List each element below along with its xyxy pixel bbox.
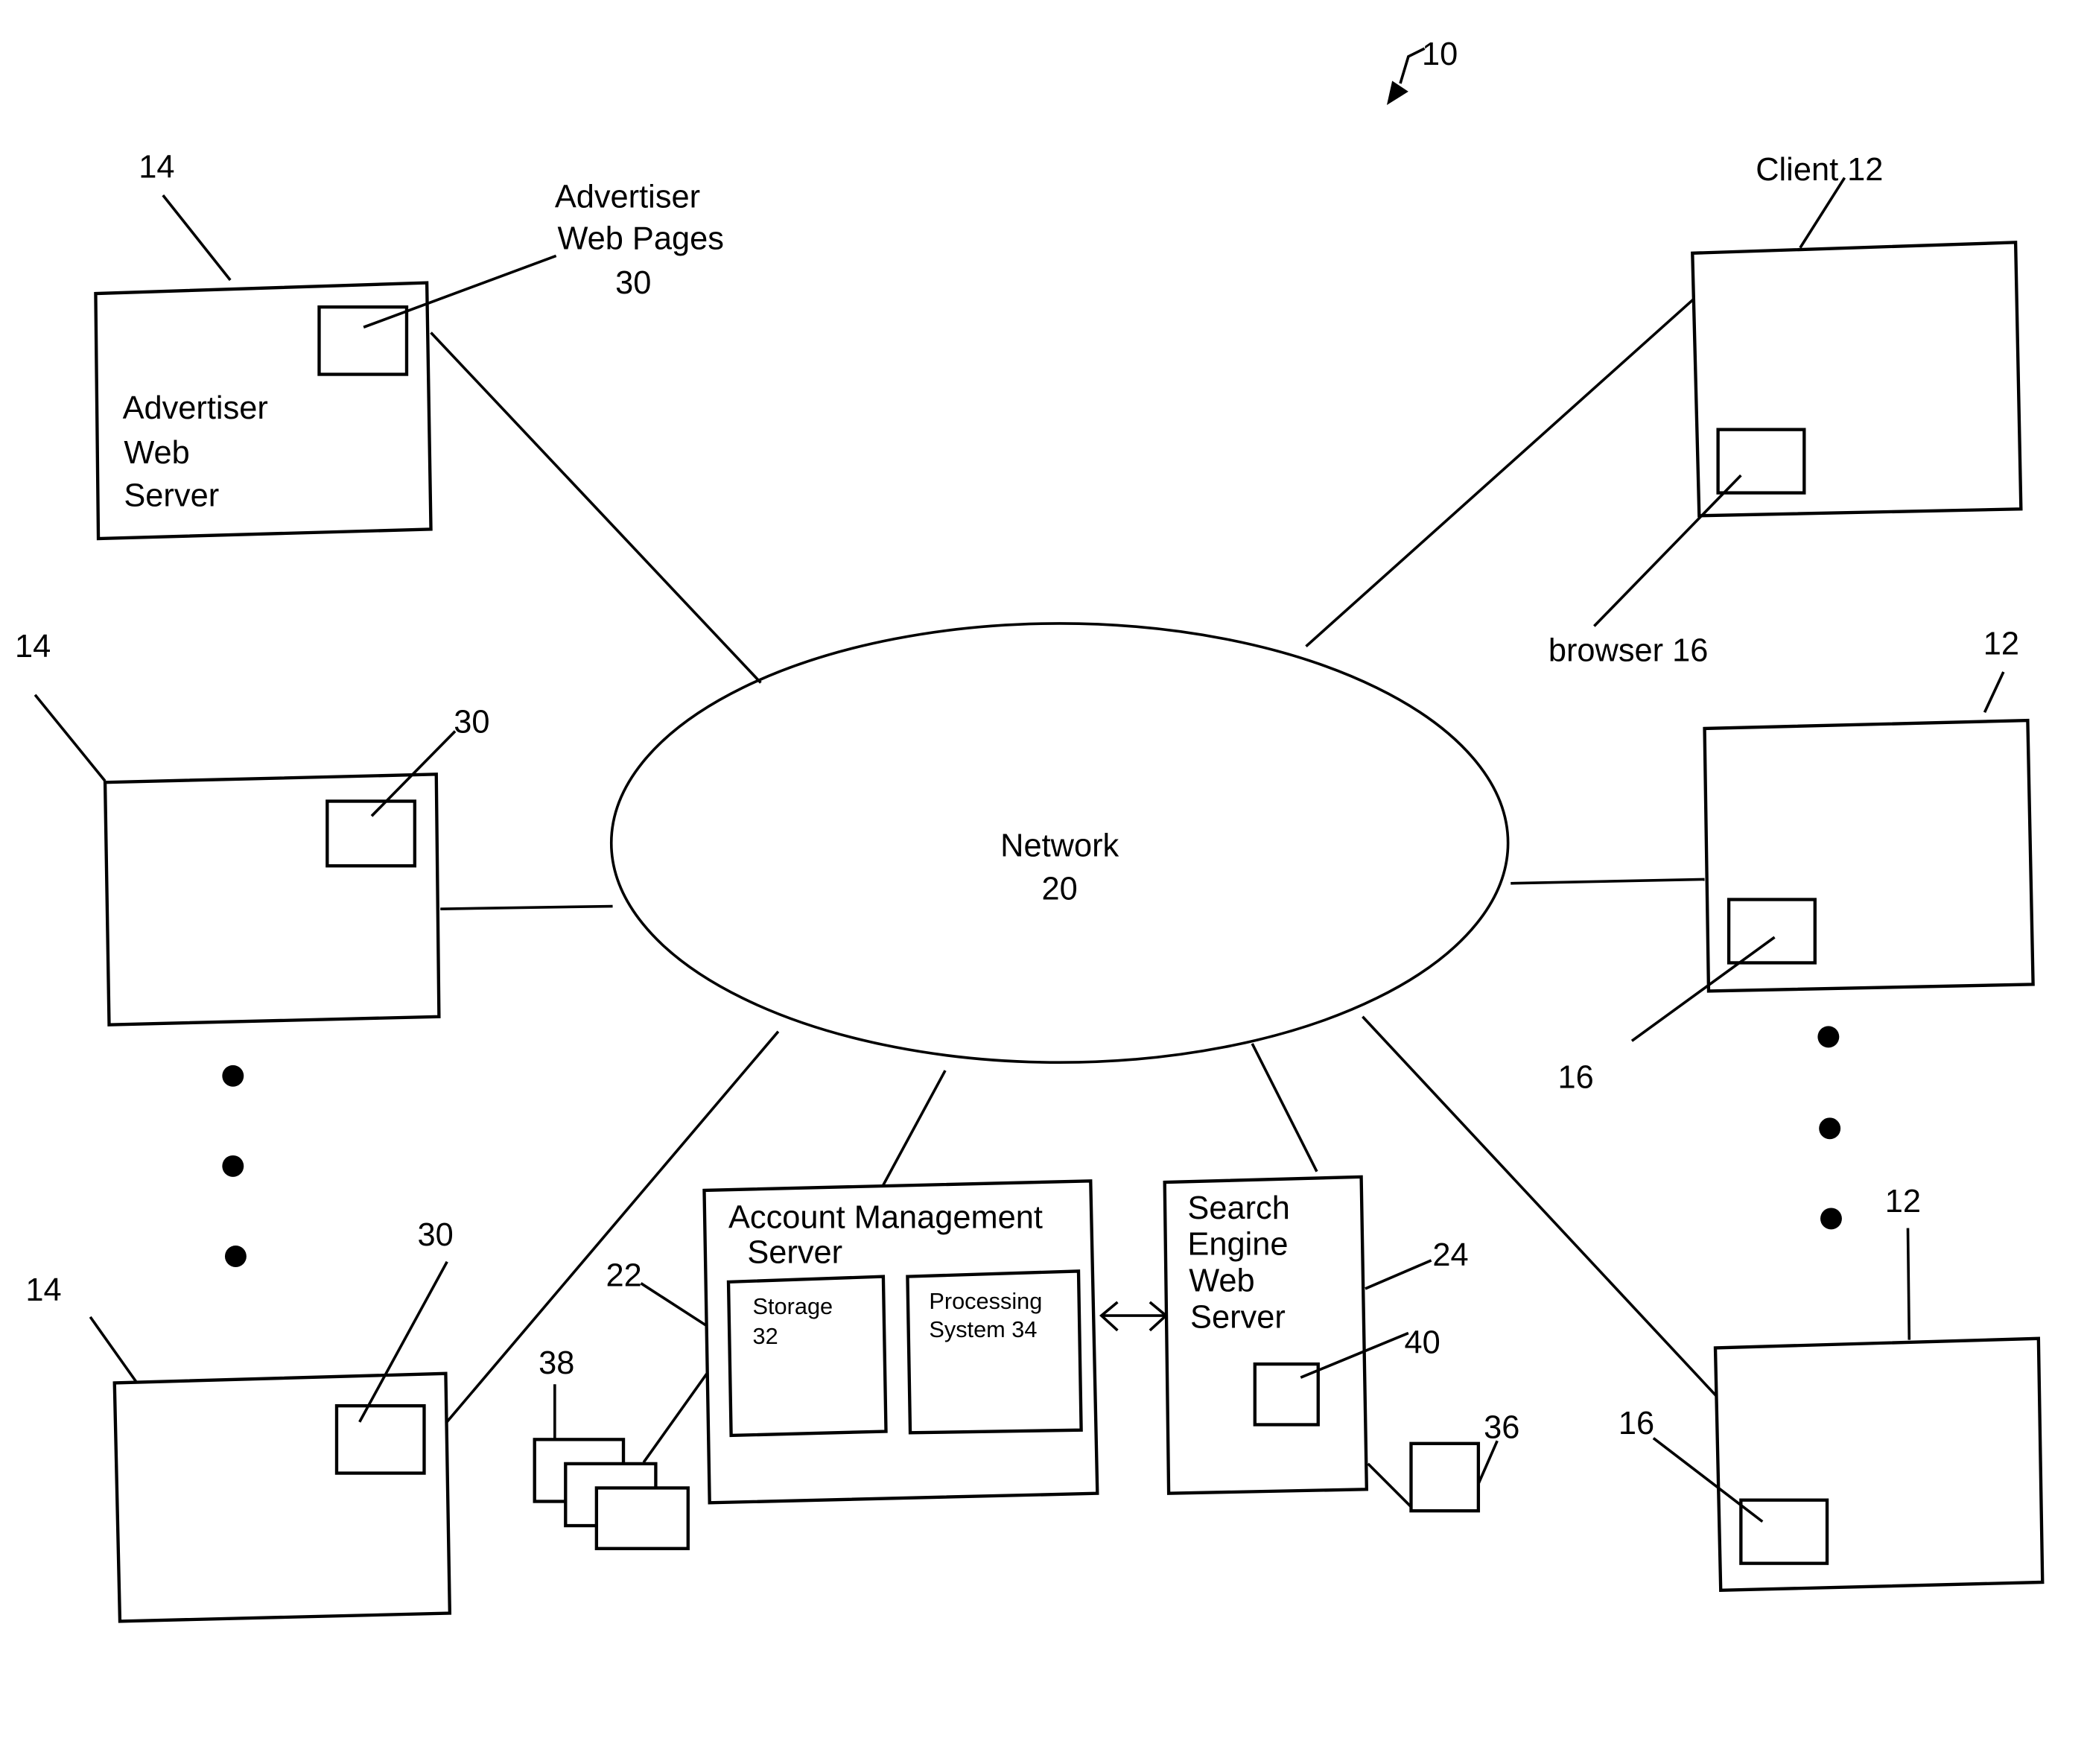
client-3: 12 16 xyxy=(1619,1184,2045,1593)
processing-label-1: Processing xyxy=(929,1288,1042,1314)
browser-ref: 16 xyxy=(1558,1060,1594,1096)
db-36-box xyxy=(1409,1441,1481,1513)
server-ref: 22 xyxy=(606,1257,642,1293)
client-2: 12 16 xyxy=(1558,626,2035,1096)
browser-label: browser 16 xyxy=(1548,633,1709,669)
ellipsis-dot xyxy=(224,1246,247,1267)
stack-connection xyxy=(642,1372,708,1464)
web-pages-ref: 30 xyxy=(454,704,489,740)
server-label-3: Server xyxy=(124,478,219,514)
ref-leader xyxy=(162,194,232,282)
browser-ref: 16 xyxy=(1619,1406,1654,1441)
web-pages-ref: 30 xyxy=(417,1217,453,1253)
ellipsis-dot xyxy=(1820,1208,1842,1230)
connection-line xyxy=(882,1070,947,1186)
client-1: Client 12 browser 16 xyxy=(1548,152,2023,669)
server-label-1: Advertiser xyxy=(123,390,268,426)
db-connection xyxy=(1367,1462,1414,1509)
storage-ref: 32 xyxy=(753,1323,778,1349)
network-label: Network xyxy=(1000,828,1119,864)
server-ref: 14 xyxy=(139,150,174,185)
web-pages-box xyxy=(325,799,417,868)
connection-line xyxy=(430,331,762,684)
web-pages-label-1: Advertiser xyxy=(555,179,700,215)
server-label-2: Engine xyxy=(1187,1227,1288,1263)
ellipsis-dot xyxy=(1819,1117,1841,1140)
server-ref: 14 xyxy=(25,1272,61,1308)
advertiser-web-server-2: 14 30 xyxy=(15,629,490,1027)
ref-leader xyxy=(1906,1228,1911,1340)
network-ref: 20 xyxy=(1042,871,1078,907)
stack-card xyxy=(594,1486,690,1550)
more-servers-ellipsis xyxy=(222,1065,247,1267)
browser-box xyxy=(1739,1498,1829,1565)
server-label-2: Server xyxy=(747,1235,842,1271)
client-ref: 12 xyxy=(1885,1184,1921,1219)
ellipsis-dot xyxy=(222,1155,244,1177)
server-ref: 14 xyxy=(15,629,51,664)
processing-label-2: System 34 xyxy=(929,1316,1037,1342)
server-label-1: Search xyxy=(1187,1190,1289,1226)
web-pages-ref: 30 xyxy=(615,265,651,301)
ref-leader xyxy=(1365,1259,1432,1290)
ref-leader xyxy=(1983,671,2005,714)
figure-ref-leader xyxy=(1399,47,1426,84)
arrow-head-icon xyxy=(1386,80,1408,105)
component-ref: 40 xyxy=(1404,1325,1440,1361)
connection-line xyxy=(1305,297,1695,648)
browser-box xyxy=(1716,428,1806,495)
browser-box xyxy=(1727,898,1817,965)
db-ref: 36 xyxy=(1484,1410,1519,1446)
account-management-server: Account Management Server Storage 32 Pro… xyxy=(533,1179,1099,1550)
storage-label: Storage xyxy=(753,1293,833,1319)
client-ref: 12 xyxy=(1983,626,2019,662)
connection-line xyxy=(440,904,613,910)
server-label-3: Web xyxy=(1189,1263,1254,1299)
ellipsis-dot xyxy=(1817,1026,1840,1048)
db-leader xyxy=(1477,1440,1499,1485)
search-engine-web-server: Search Engine Web Server 24 40 36 xyxy=(1163,1175,1519,1513)
server-label-1: Account Management xyxy=(728,1200,1043,1236)
connection-line xyxy=(1251,1043,1318,1173)
server-label-2: Web xyxy=(124,435,189,471)
ellipsis-dot xyxy=(222,1065,244,1087)
web-pages-label-2: Web Pages xyxy=(557,220,723,256)
ref-leader xyxy=(1799,177,1846,249)
advertiser-web-server-1: 14 Advertiser Web Pages 30 Advertiser We… xyxy=(94,150,724,541)
client-label: Client 12 xyxy=(1756,152,1883,188)
bidirectional-arrow-icon xyxy=(1099,1301,1169,1332)
system-diagram: 10 Network 20 14 Advertiser Web Pages 30… xyxy=(15,37,2045,1623)
server-label-4: Server xyxy=(1190,1299,1286,1335)
network-20: Network 20 xyxy=(609,622,1510,1065)
more-clients-ellipsis xyxy=(1817,1026,1842,1230)
stack-ref: 38 xyxy=(539,1345,574,1381)
advertiser-web-server-3: 14 30 xyxy=(25,1217,454,1623)
server-ref: 24 xyxy=(1432,1237,1468,1273)
figure-ref-label: 10 xyxy=(1422,37,1458,72)
ref-leader xyxy=(34,694,107,782)
ref-leader xyxy=(89,1316,138,1383)
browser-leader xyxy=(1593,474,1742,627)
connection-line xyxy=(1511,878,1705,885)
figure-ref-10: 10 xyxy=(1386,37,1458,105)
web-pages-box xyxy=(334,1404,426,1475)
ref-leader xyxy=(640,1282,707,1327)
